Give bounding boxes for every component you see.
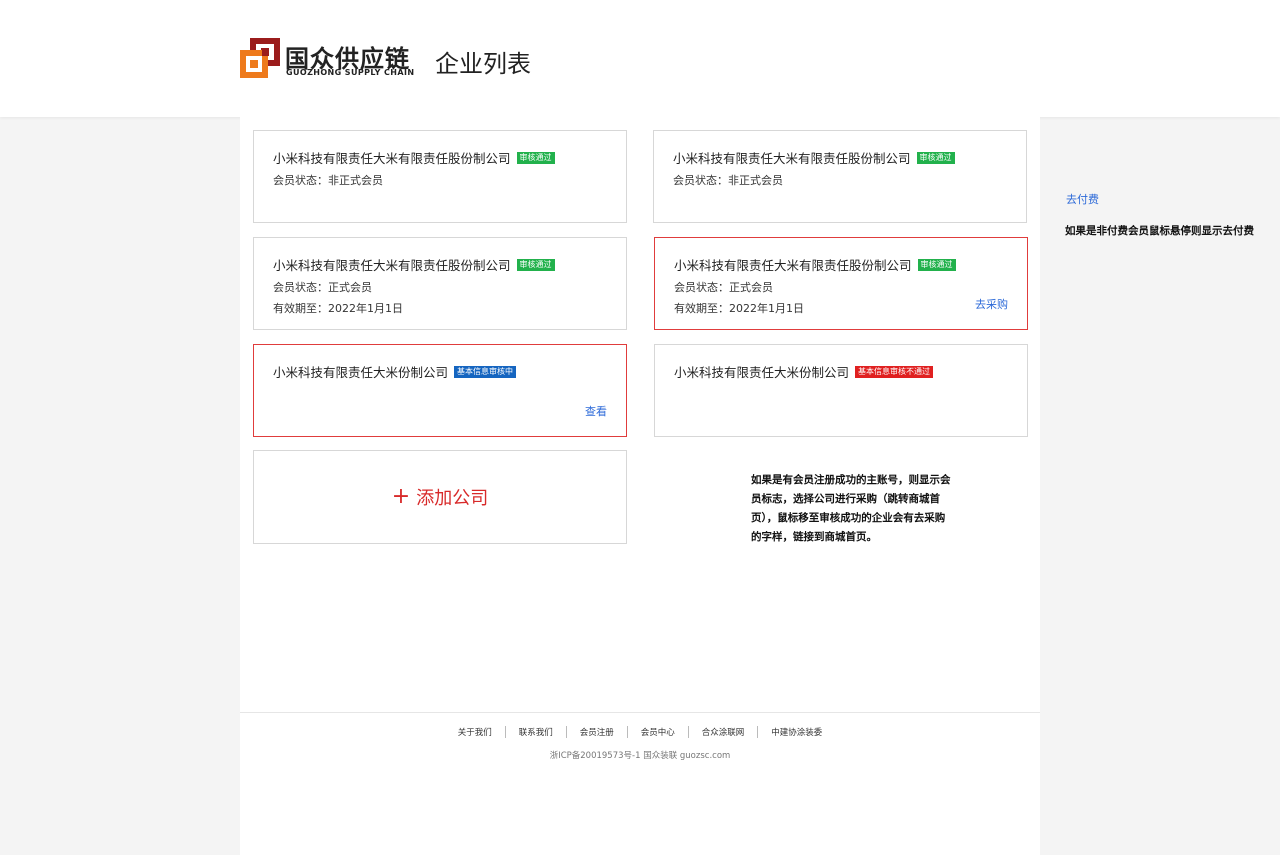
company-name-row: 小米科技有限责任大米份制公司 基本信息审核中 [273,362,517,381]
icp-record: 浙ICP备20019573号-1 国众装联 guozsc.com [549,751,731,761]
go-pay-link[interactable]: 去付费 [1066,191,1099,207]
company-name: 小米科技有限责任大米有限责任股份制公司 [674,258,912,273]
footer-divider [240,712,1040,713]
plus-icon: + [391,484,411,509]
status-badge: 审核通过 [516,151,555,164]
company-card-rejected[interactable]: 小米科技有限责任大米份制公司 基本信息审核不通过 [654,344,1028,437]
footer-link-hezhong[interactable]: 合众涂联网 [687,726,758,738]
go-purchase-link[interactable]: 去采购 [975,296,1008,312]
status-badge: 基本信息审核不通过 [855,365,934,378]
company-name-row: 小米科技有限责任大米有限责任股份制公司 审核通过 [674,255,956,274]
company-name-row: 小米科技有限责任大米有限责任股份制公司 审核通过 [273,255,555,274]
expiry-date: 有效期至：2022年1月1日 [273,302,403,315]
status-badge: 基本信息审核中 [454,365,517,378]
member-status: 会员状态：非正式会员 [273,174,383,187]
status-badge: 审核通过 [516,258,555,271]
logo-mark-icon [240,38,280,78]
company-card[interactable]: 小米科技有限责任大米有限责任股份制公司 审核通过 会员状态：非正式会员 [253,130,627,223]
expiry-date: 有效期至：2022年1月1日 [674,302,804,315]
company-list-panel: 小米科技有限责任大米有限责任股份制公司 审核通过 会员状态：非正式会员 小米科技… [240,117,1040,855]
add-company-label: 添加公司 [416,488,489,509]
company-name: 小米科技有限责任大米有限责任股份制公司 [273,258,511,273]
footer-link-cca[interactable]: 中建协涂装委 [757,726,835,738]
member-status: 会员状态：非正式会员 [673,174,783,187]
side-annotation: 如果是非付费会员鼠标悬停则显示去付费 [1065,225,1254,237]
company-name-row: 小米科技有限责任大米有限责任股份制公司 审核通过 [273,148,555,167]
footer-link-contact[interactable]: 联系我们 [504,726,566,738]
view-link[interactable]: 查看 [585,403,607,419]
company-name: 小米科技有限责任大米份制公司 [273,365,449,380]
company-card-hovered[interactable]: 小米科技有限责任大米有限责任股份制公司 审核通过 会员状态：正式会员 有效期至：… [654,237,1028,330]
company-name: 小米科技有限责任大米有限责任股份制公司 [673,151,911,166]
page-title: 企业列表 [435,50,531,78]
header: 国众供应链 GUOZHONG SUPPLY CHAIN 企业列表 [0,0,1280,117]
status-badge: 审核通过 [916,151,955,164]
footer-link-about[interactable]: 关于我们 [445,726,505,738]
logo[interactable]: 国众供应链 GUOZHONG SUPPLY CHAIN [240,38,415,80]
status-badge: 审核通过 [917,258,956,271]
member-status: 会员状态：正式会员 [273,281,372,294]
company-card[interactable]: 小米科技有限责任大米有限责任股份制公司 审核通过 会员状态：正式会员 有效期至：… [253,237,627,330]
company-name: 小米科技有限责任大米有限责任股份制公司 [273,151,511,166]
footer-links: 关于我们 联系我们 会员注册 会员中心 合众涂联网 中建协涂装委 [240,726,1040,738]
member-status: 会员状态：正式会员 [674,281,773,294]
add-company-button[interactable]: + 添加公司 [253,450,627,544]
company-card-reviewing[interactable]: 小米科技有限责任大米份制公司 基本信息审核中 查看 [253,344,627,437]
footer-link-register[interactable]: 会员注册 [565,726,627,738]
company-name: 小米科技有限责任大米份制公司 [674,365,850,380]
company-name-row: 小米科技有限责任大米份制公司 基本信息审核不通过 [674,362,934,381]
company-name-row: 小米科技有限责任大米有限责任股份制公司 审核通过 [673,148,955,167]
logo-subtext: GUOZHONG SUPPLY CHAIN [286,68,415,77]
company-card[interactable]: 小米科技有限责任大米有限责任股份制公司 审核通过 会员状态：非正式会员 [653,130,1027,223]
footer-link-member-center[interactable]: 会员中心 [626,726,688,738]
annotation-note: 如果是有会员注册成功的主账号，则显示会员标志，选择公司进行采购（跳转商城首页），… [751,474,951,543]
